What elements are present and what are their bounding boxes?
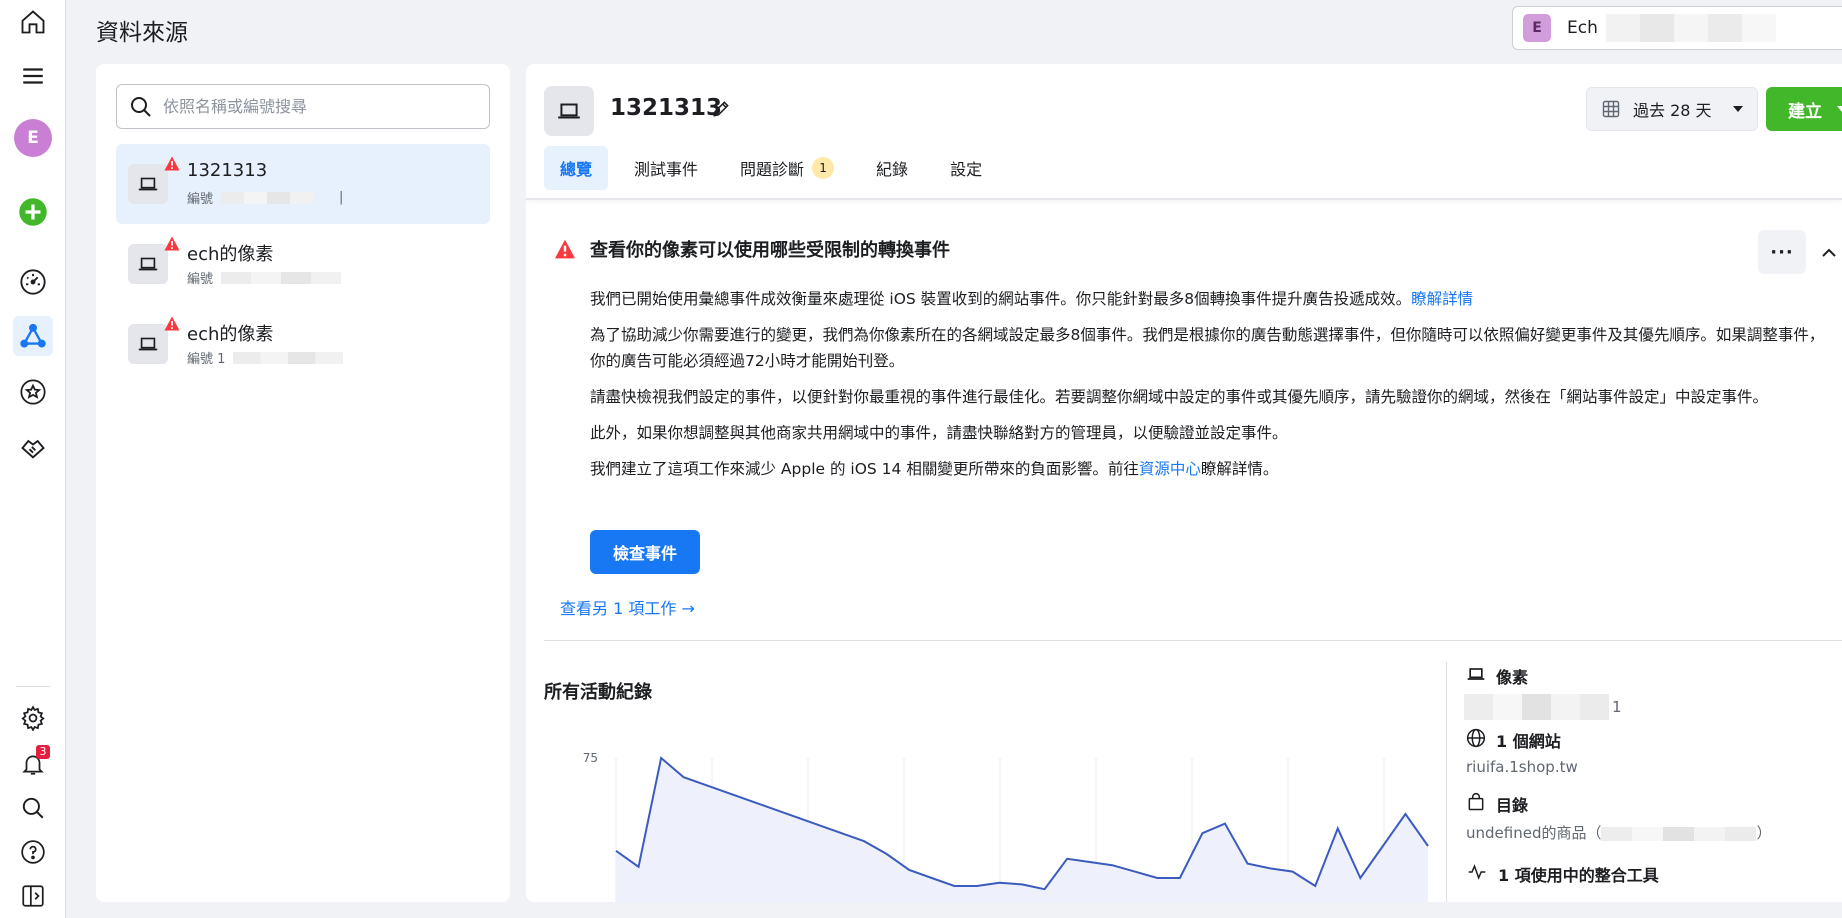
- alert-paragraph: 我們已開始使用彙總事件成效衡量來處理從 iOS 裝置收到的網站事件。你只能針對最…: [590, 290, 1474, 308]
- settings-gear-icon[interactable]: [13, 698, 53, 738]
- section-divider: [544, 640, 1842, 641]
- website-domain: riuifa.1shop.tw: [1466, 758, 1578, 776]
- integrations-count: 1 項使用中的整合工具: [1498, 866, 1659, 885]
- account-name: Ech: [1567, 18, 1598, 38]
- redacted-catalog-id: [1601, 826, 1757, 841]
- laptop-icon: [128, 324, 168, 364]
- source-id: 編號: [187, 268, 342, 287]
- pixel-id: 1: [1464, 694, 1622, 720]
- detail-integrations: 1 項使用中的整合工具: [1466, 862, 1659, 886]
- warning-icon: [164, 236, 180, 251]
- chevron-down-icon: [1732, 106, 1743, 112]
- y-tick-label: 75: [583, 751, 598, 765]
- home-icon[interactable]: [13, 2, 53, 42]
- menu-icon[interactable]: [13, 56, 53, 96]
- alert-paragraph: 我們建立了這項工作來減少 Apple 的 iOS 14 相關變更所帶來的負面影響…: [590, 460, 1279, 478]
- detail-pixel: 像素 1: [1464, 664, 1622, 720]
- alert-body: 我們已開始使用彙總事件成效衡量來處理從 iOS 裝置收到的網站事件。你只能針對最…: [590, 286, 1830, 492]
- star-icon[interactable]: [13, 372, 53, 412]
- create-plus-icon[interactable]: [13, 192, 53, 232]
- tab-diagnostics[interactable]: 問題診斷 1: [724, 146, 850, 190]
- more-options-button[interactable]: ···: [1758, 230, 1806, 274]
- warning-icon: [555, 239, 575, 259]
- data-source-list-panel: 1321313 編號 | ech的像素 編號 ech的像素 編號 1: [96, 64, 510, 902]
- create-button[interactable]: 建立: [1766, 87, 1842, 131]
- redacted-account-id: [1605, 14, 1776, 42]
- tab-settings[interactable]: 設定: [934, 146, 998, 190]
- search-icon[interactable]: [13, 788, 53, 828]
- events-manager-icon[interactable]: [13, 316, 53, 356]
- tab-history[interactable]: 紀錄: [860, 146, 924, 190]
- tab-bar: 總覽 測試事件 問題診斷 1 紀錄 設定: [544, 146, 1008, 190]
- alert-paragraph: 為了協助減少你需要進行的變更，我們為你像素所在的各網域設定最多8個事件。我們是根…: [590, 326, 1825, 370]
- catalog-value: undefined的商品（）: [1466, 824, 1772, 842]
- tab-test-events[interactable]: 測試事件: [618, 146, 714, 190]
- account-switcher[interactable]: E Ech: [1512, 6, 1842, 50]
- shopping-bag-icon: [1468, 793, 1484, 811]
- chevron-up-icon[interactable]: [1814, 238, 1842, 268]
- warning-icon: [164, 316, 180, 331]
- list-item[interactable]: 1321313 編號 |: [116, 144, 490, 224]
- laptop-icon: [544, 86, 594, 136]
- toggle-panel-icon[interactable]: [13, 876, 53, 916]
- catalog-label: 目錄: [1496, 796, 1529, 815]
- calendar-table-icon: [1602, 100, 1620, 118]
- globe-icon: [1466, 728, 1486, 748]
- date-range-label: 過去 28 天: [1633, 101, 1712, 120]
- source-name: 1321313: [187, 160, 268, 181]
- chevron-down-icon: [1837, 106, 1842, 112]
- redacted-id: [221, 271, 342, 284]
- alert-paragraph: 請盡快檢視我們設定的事件，以便針對你最重視的事件進行最佳化。若要調整你網域中設定…: [590, 388, 1769, 406]
- help-icon[interactable]: [13, 832, 53, 872]
- search-box[interactable]: [116, 84, 490, 129]
- profile-avatar[interactable]: E: [13, 118, 53, 158]
- notifications-bell-icon[interactable]: 3: [13, 744, 53, 784]
- activity-title: 所有活動紀錄: [544, 682, 652, 703]
- warning-icon: [164, 156, 180, 171]
- date-range-selector[interactable]: 過去 28 天: [1586, 87, 1758, 131]
- activity-pulse-icon: [1468, 864, 1486, 880]
- source-id: 編號 |: [187, 190, 344, 207]
- tab-overview[interactable]: 總覽: [544, 146, 609, 190]
- pixel-label: 像素: [1496, 668, 1529, 687]
- diagnostics-count-badge: 1: [812, 157, 835, 179]
- source-id: 編號 1: [187, 348, 344, 367]
- redacted-id: [221, 191, 314, 204]
- laptop-icon: [1467, 668, 1485, 680]
- alert-paragraph: 此外，如果你想調整與其他商家共用網域中的事件，請盡快聯絡對方的管理員，以便驗證並…: [590, 424, 1288, 442]
- more-tasks-link[interactable]: 查看另 1 項工作 →: [560, 595, 695, 619]
- redacted-pixel-id: [1464, 694, 1609, 720]
- alert-header: 查看你的像素可以使用哪些受限制的轉換事件: [554, 236, 950, 262]
- learn-more-link[interactable]: 瞭解詳情: [1411, 290, 1473, 308]
- notification-count-badge: 3: [36, 745, 50, 759]
- search-icon: [131, 96, 151, 117]
- alert-title: 查看你的像素可以使用哪些受限制的轉換事件: [590, 240, 950, 261]
- list-item[interactable]: ech的像素 編號: [116, 224, 490, 304]
- dashboard-gauge-icon[interactable]: [13, 262, 53, 302]
- source-name: ech的像素: [187, 324, 274, 345]
- edit-pencil-icon[interactable]: [706, 94, 736, 124]
- redacted-id: [233, 351, 344, 364]
- detail-websites: 1 個網站 riuifa.1shop.tw: [1466, 728, 1578, 776]
- left-icon-rail: E 3: [0, 0, 66, 918]
- list-item[interactable]: ech的像素 編號 1: [116, 304, 490, 384]
- rail-divider: [16, 686, 50, 687]
- review-events-button[interactable]: 檢查事件: [590, 530, 700, 574]
- tabs-divider: [526, 198, 1842, 200]
- pixel-overview-panel: 1321313 過去 28 天 建立 總覽 測試事件 問題診斷 1 紀錄 設定 …: [526, 64, 1842, 902]
- detail-catalog: 目錄 undefined的商品（）: [1466, 792, 1772, 843]
- page-title: 資料來源: [96, 20, 188, 46]
- source-name: ech的像素: [187, 244, 274, 265]
- laptop-icon: [128, 244, 168, 284]
- laptop-icon: [128, 164, 168, 204]
- vertical-divider: [1446, 662, 1447, 902]
- partner-handshake-icon[interactable]: [13, 428, 53, 468]
- resource-center-link[interactable]: 資源中心: [1139, 460, 1201, 478]
- account-avatar: E: [1523, 14, 1551, 42]
- search-input[interactable]: [163, 97, 483, 116]
- websites-count: 1 個網站: [1496, 732, 1561, 751]
- activity-chart: 75: [583, 751, 1429, 902]
